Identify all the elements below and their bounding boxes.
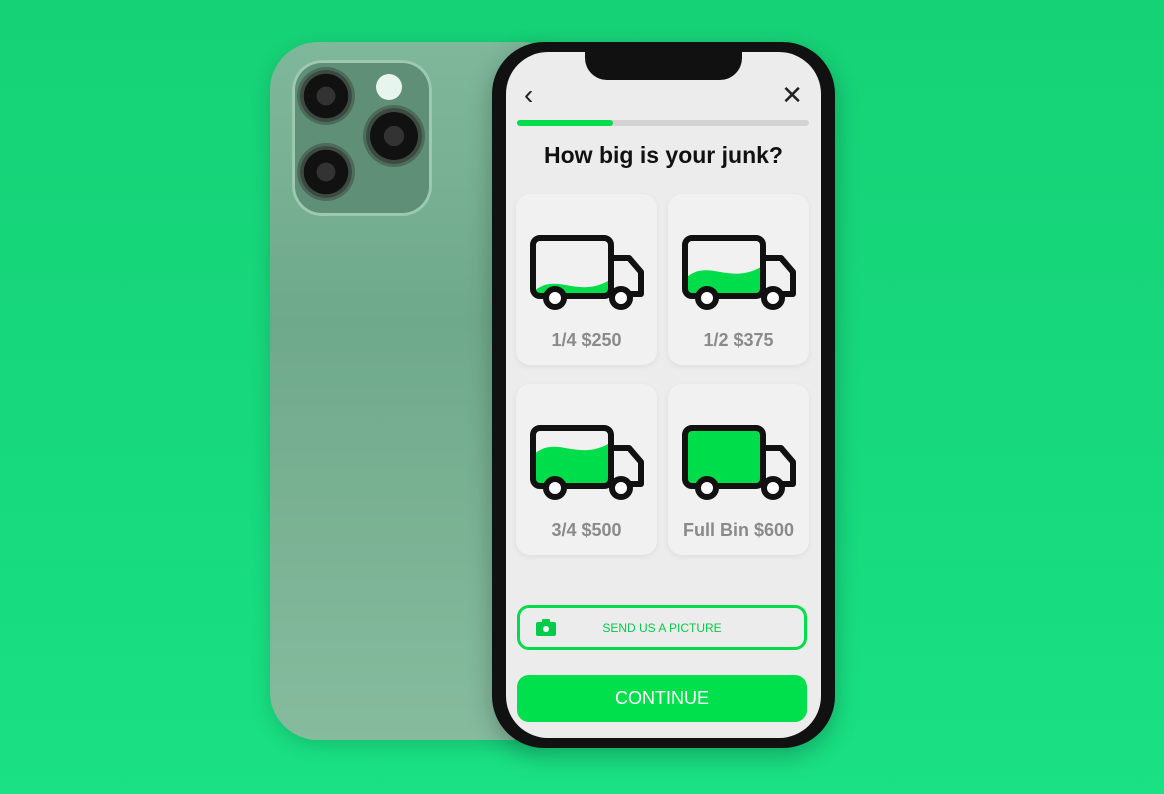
flash-icon <box>376 74 402 100</box>
truck-icon <box>681 425 796 500</box>
send-picture-label: SEND US A PICTURE <box>602 620 722 635</box>
option-three-quarter[interactable]: 3/4 $500 <box>516 384 657 555</box>
phone-front: ‹ ✕ How big is your junk? 1/4 $250 1/2 $… <box>492 42 835 748</box>
progress-fill <box>517 120 614 126</box>
option-full[interactable]: Full Bin $600 <box>668 384 809 555</box>
option-label: 1/2 $375 <box>703 330 774 350</box>
app-screen: ‹ ✕ How big is your junk? 1/4 $250 1/2 $… <box>506 52 821 738</box>
page-title: How big is your junk? <box>544 142 783 168</box>
truck-icon <box>529 235 644 310</box>
option-label: Full Bin $600 <box>682 520 795 540</box>
truck-icon <box>529 425 644 500</box>
option-label: 1/4 $250 <box>551 330 622 350</box>
camera-module <box>292 60 432 216</box>
camera-lens-icon <box>366 108 422 164</box>
send-picture-button[interactable]: SEND US A PICTURE <box>517 605 807 650</box>
continue-button[interactable]: CONTINUE <box>517 675 807 722</box>
camera-lens-icon <box>300 146 352 198</box>
back-icon[interactable]: ‹ <box>524 79 533 111</box>
camera-icon <box>536 619 556 636</box>
truck-icon <box>681 235 796 310</box>
option-quarter[interactable]: 1/4 $250 <box>516 194 657 365</box>
progress-bar <box>517 120 809 126</box>
option-label: 3/4 $500 <box>551 520 622 540</box>
notch <box>585 52 742 80</box>
option-half[interactable]: 1/2 $375 <box>668 194 809 365</box>
camera-lens-icon <box>300 70 352 122</box>
close-icon[interactable]: ✕ <box>781 80 803 111</box>
